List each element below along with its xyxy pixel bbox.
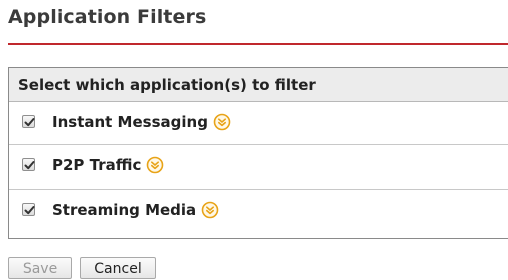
filter-row-streaming-media: Streaming Media — [9, 190, 508, 240]
p2p-traffic-label: P2P Traffic — [52, 156, 142, 174]
filter-row-p2p-traffic: P2P Traffic — [9, 145, 508, 190]
streaming-media-checkbox[interactable] — [22, 203, 35, 216]
instant-messaging-label: Instant Messaging — [52, 113, 208, 131]
filter-row-instant-messaging: Instant Messaging — [9, 102, 508, 145]
p2p-traffic-checkbox[interactable] — [22, 158, 35, 171]
cancel-button[interactable]: Cancel — [80, 257, 156, 279]
streaming-media-label: Streaming Media — [52, 201, 197, 219]
expand-chevron-icon[interactable] — [213, 113, 231, 131]
page-title: Application Filters — [8, 6, 207, 28]
expand-chevron-icon[interactable] — [201, 201, 219, 219]
panel-header: Select which application(s) to filter — [9, 68, 508, 102]
title-divider — [8, 43, 508, 45]
expand-chevron-icon[interactable] — [146, 156, 164, 174]
save-button[interactable]: Save — [8, 257, 72, 279]
instant-messaging-checkbox[interactable] — [22, 115, 35, 128]
filter-panel: Select which application(s) to filter In… — [8, 67, 508, 239]
